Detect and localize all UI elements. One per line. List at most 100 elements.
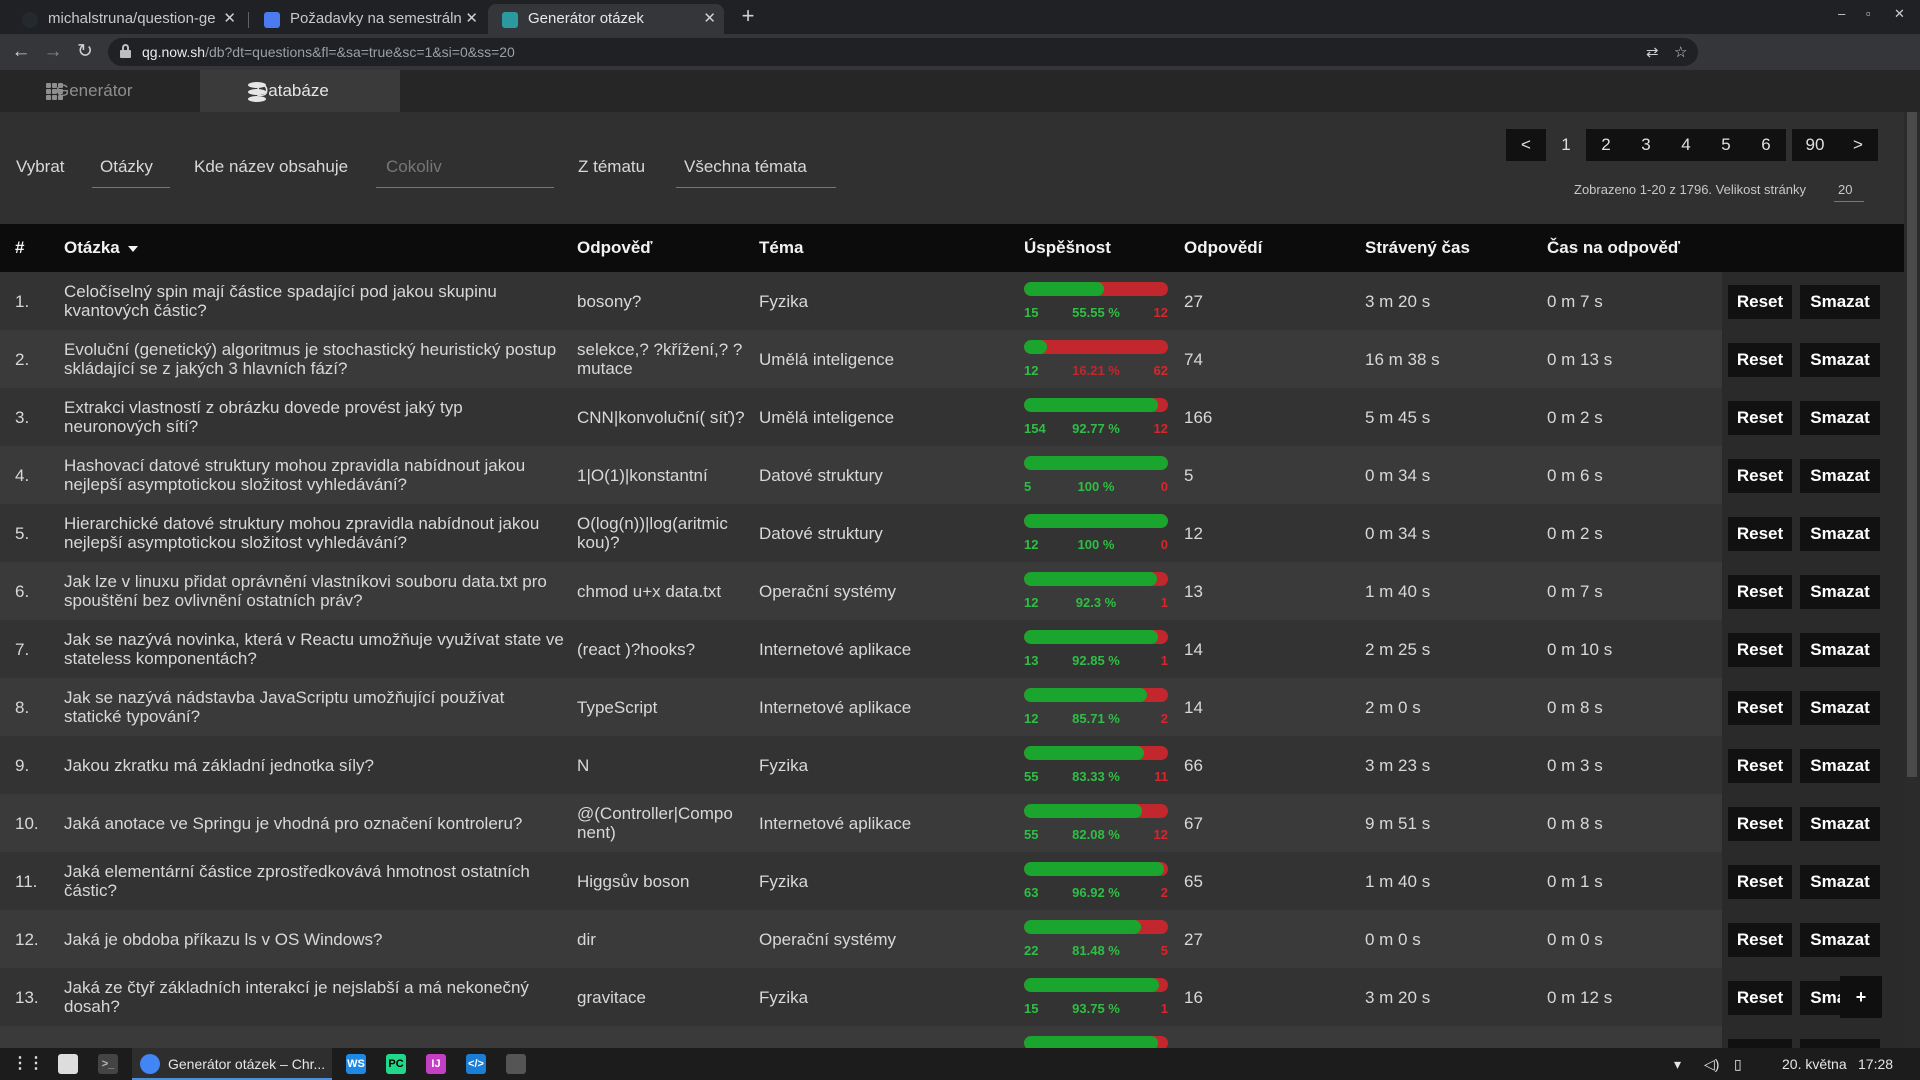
scrollbar-thumb[interactable] <box>1907 112 1917 777</box>
back-icon[interactable]: ← <box>9 40 33 64</box>
reset-button[interactable]: Reset <box>1728 575 1792 609</box>
tab-database[interactable]: Databáze <box>200 70 400 112</box>
maximize-icon[interactable]: ▫ <box>1866 6 1871 21</box>
forward-icon[interactable]: → <box>41 40 65 64</box>
reset-button[interactable]: Reset <box>1728 807 1792 841</box>
browser-tab-active[interactable]: Generátor otázek ✕ <box>488 4 724 34</box>
minimize-icon[interactable]: – <box>1838 6 1845 21</box>
prev-page-button[interactable]: < <box>1506 129 1546 161</box>
volume-icon[interactable]: ◁) <box>1704 1048 1719 1080</box>
reset-button[interactable]: Reset <box>1728 517 1792 551</box>
success-bar <box>1024 456 1168 470</box>
delete-button[interactable]: Smazat <box>1800 807 1880 841</box>
delete-button[interactable]: Smazat <box>1800 633 1880 667</box>
topic-select[interactable]: Všechna témata <box>676 157 836 188</box>
time-per-answer: 0 m 2 s <box>1547 523 1603 543</box>
select-label: Vybrat <box>16 157 65 176</box>
reset-button[interactable]: Reset <box>1728 343 1792 377</box>
reset-button[interactable]: Reset <box>1728 923 1792 957</box>
delete-button[interactable]: Smazat <box>1800 517 1880 551</box>
delete-button[interactable]: Smazat <box>1800 1039 1880 1048</box>
bookmark-star-icon[interactable]: ☆ <box>1674 43 1687 61</box>
page-button[interactable]: 90 <box>1792 129 1838 161</box>
success-rate: 12 16.21 % 62 <box>1014 330 1174 388</box>
delete-button[interactable]: Smazat <box>1800 401 1880 435</box>
col-header-time-spent[interactable]: Strávený čas <box>1365 224 1470 272</box>
browser-tab-github[interactable]: michalstruna/question-ge ✕ <box>8 4 244 34</box>
reset-button[interactable]: Reset <box>1728 691 1792 725</box>
wrong-count: 2 <box>1160 885 1168 900</box>
entity-select[interactable]: Otázky <box>92 157 170 188</box>
topic-text <box>759 1026 999 1048</box>
delete-button[interactable]: Smazat <box>1800 575 1880 609</box>
app-launcher-icon[interactable]: ⋮⋮ <box>12 1054 44 1074</box>
delete-button[interactable]: Smazat <box>1800 459 1880 493</box>
reset-button[interactable]: Reset <box>1728 633 1792 667</box>
reset-button[interactable]: Reset <box>1728 401 1792 435</box>
close-tab-icon[interactable]: ✕ <box>703 4 716 34</box>
success-bar <box>1024 572 1168 586</box>
success-bar <box>1024 804 1168 818</box>
col-header-answer[interactable]: Odpověď <box>577 224 653 272</box>
reset-button[interactable]: Reset <box>1728 1039 1792 1048</box>
vscode-icon[interactable]: </> <box>466 1054 486 1074</box>
wrong-count: 1 <box>1160 1001 1168 1016</box>
intellij-icon[interactable]: IJ <box>426 1054 446 1074</box>
col-header-time-per-answer[interactable]: Čas na odpověď <box>1547 224 1680 272</box>
pycharm-icon[interactable]: PC <box>386 1054 406 1074</box>
success-bar-fill <box>1024 630 1158 644</box>
reset-button[interactable]: Reset <box>1728 865 1792 899</box>
taskbar-date[interactable]: 20. května <box>1782 1048 1847 1080</box>
delete-button[interactable]: Smazat <box>1800 923 1880 957</box>
topic-text: Internetové aplikace <box>759 697 912 717</box>
battery-icon[interactable]: ▯ <box>1734 1048 1742 1080</box>
terminal-icon[interactable]: >_ <box>98 1054 118 1074</box>
col-header-success[interactable]: Úspěšnost <box>1024 224 1111 272</box>
wrong-count: 12 <box>1153 305 1168 320</box>
webstorm-icon[interactable]: WS <box>346 1054 366 1074</box>
page-button[interactable]: 3 <box>1626 129 1666 161</box>
close-window-icon[interactable]: ✕ <box>1894 6 1905 22</box>
reset-button[interactable]: Reset <box>1728 459 1792 493</box>
browser-tab-docs[interactable]: Požadavky na semestráln ✕ <box>250 4 486 34</box>
tab-generator[interactable]: Generátor <box>0 70 200 112</box>
col-header-answers[interactable]: Odpovědí <box>1184 224 1262 272</box>
page-button[interactable]: 5 <box>1706 129 1746 161</box>
delete-button[interactable]: Smazat <box>1800 691 1880 725</box>
question-text: Evoluční (genetický) algoritmus je stoch… <box>64 340 557 378</box>
new-tab-icon[interactable]: + <box>736 4 760 30</box>
page-button[interactable]: 4 <box>1666 129 1706 161</box>
reset-button[interactable]: Reset <box>1728 285 1792 319</box>
col-header-question[interactable]: Otázka <box>64 224 138 272</box>
success-percent: 81.48 % <box>1072 943 1120 958</box>
delete-button[interactable]: Smazat <box>1800 285 1880 319</box>
delete-button[interactable]: Smazat <box>1800 865 1880 899</box>
taskbar-time[interactable]: 17:28 <box>1858 1048 1893 1080</box>
close-tab-icon[interactable]: ✕ <box>465 4 478 34</box>
translate-icon[interactable]: ⇄ <box>1646 43 1659 61</box>
delete-button[interactable]: Smazat <box>1800 749 1880 783</box>
answers-count: 12 <box>1184 523 1203 543</box>
delete-button[interactable]: Smazat <box>1800 343 1880 377</box>
answer-text: bosony? <box>577 291 642 311</box>
page-button[interactable]: 2 <box>1586 129 1626 161</box>
reload-icon[interactable]: ↻ <box>73 40 97 64</box>
taskbar-app-chrome[interactable]: Generátor otázek – Chr... <box>132 1048 332 1080</box>
reset-button[interactable]: Reset <box>1728 749 1792 783</box>
page-button[interactable]: 6 <box>1746 129 1786 161</box>
page-size-input[interactable]: 20 <box>1834 182 1865 202</box>
reset-button[interactable]: Reset <box>1728 981 1792 1015</box>
success-bar <box>1024 862 1168 876</box>
search-input[interactable]: Cokoliv <box>376 157 554 188</box>
file-manager-icon[interactable] <box>58 1054 78 1074</box>
screenshot-tool-icon[interactable] <box>506 1054 526 1074</box>
add-question-button[interactable]: + <box>1840 976 1882 1018</box>
lock-icon <box>120 44 131 58</box>
col-header-topic[interactable]: Téma <box>759 224 803 272</box>
next-page-button[interactable]: > <box>1838 129 1878 161</box>
scrollbar[interactable] <box>1904 112 1920 1048</box>
close-tab-icon[interactable]: ✕ <box>223 4 236 34</box>
page-button[interactable]: 1 <box>1546 129 1586 161</box>
wifi-icon[interactable]: ▾ <box>1674 1048 1681 1080</box>
address-bar[interactable]: qg.now.sh/db?dt=questions&fl=&sa=true&sc… <box>108 38 1698 66</box>
